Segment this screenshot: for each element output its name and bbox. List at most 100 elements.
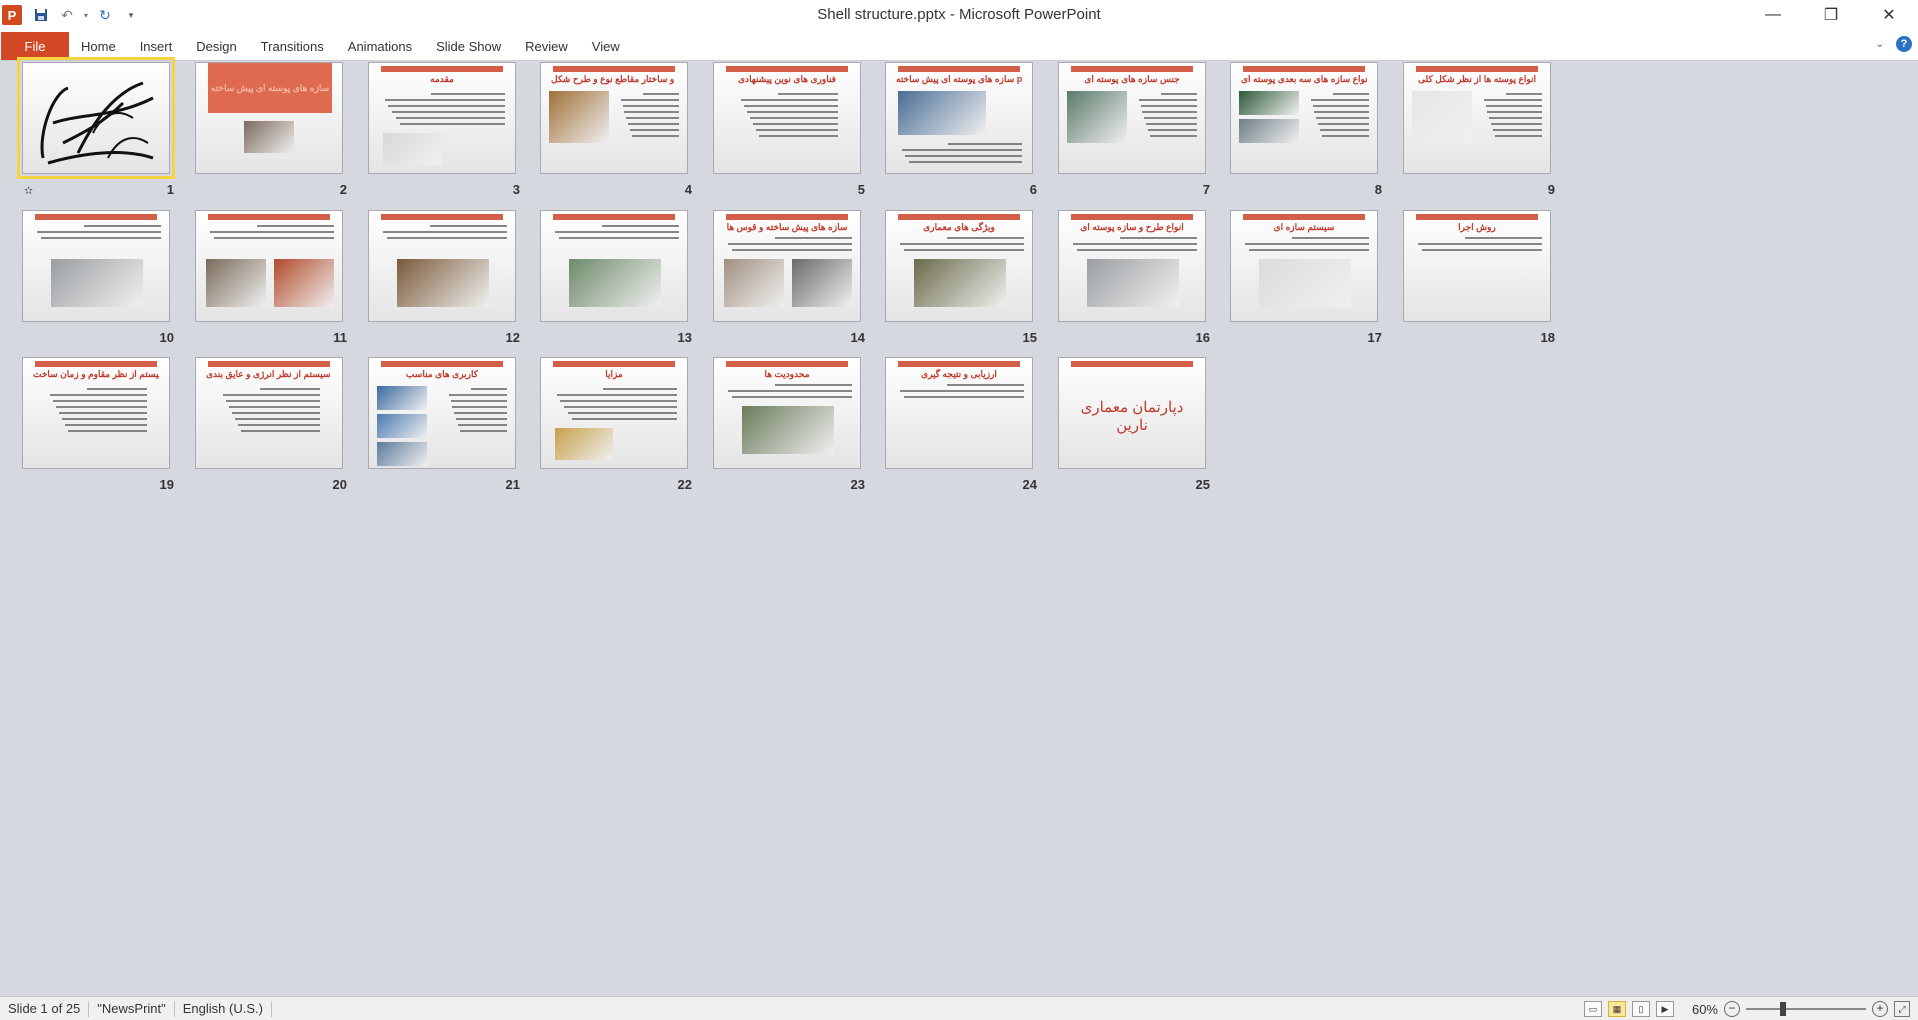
tab-insert[interactable]: Insert (128, 32, 185, 60)
zoom-slider-thumb[interactable] (1780, 1002, 1787, 1016)
slide-thumbnail-2[interactable]: سازه های پوسته ای پیش ساخته (195, 62, 343, 174)
text-line (560, 400, 677, 402)
slide-image (914, 259, 1006, 307)
slide-number-7: 7 (1202, 182, 1210, 197)
transition-star-icon[interactable]: ✫ (24, 184, 33, 197)
zoom-out-icon[interactable]: − (1724, 1001, 1740, 1017)
slide-header-bar (553, 66, 675, 72)
slide-sorter-view-icon[interactable]: ▦ (1608, 1001, 1626, 1017)
restore-button[interactable]: ❐ (1802, 0, 1860, 30)
tab-home[interactable]: Home (69, 32, 128, 60)
slide-header-bar (1243, 66, 1365, 72)
text-line (624, 111, 679, 113)
text-line (903, 249, 1024, 251)
slide-thumbnail-15[interactable]: ویژگی های معماری (885, 210, 1033, 322)
fit-to-window-icon[interactable]: ⤢ (1894, 1001, 1910, 1017)
text-line (628, 123, 679, 125)
slide-image (1087, 259, 1179, 307)
text-line (452, 406, 507, 408)
slide-header-bar (898, 361, 1020, 367)
customize-toolbar-icon[interactable]: ▾ (120, 4, 142, 26)
slide-thumbnail-13[interactable] (540, 210, 688, 322)
slide-thumbnail-5[interactable]: فناوری های نوین پیشنهادی (713, 62, 861, 174)
slide-number-21: 21 (505, 477, 520, 492)
text-line (1318, 123, 1369, 125)
close-button[interactable]: ✕ (1860, 0, 1918, 30)
tab-view[interactable]: View (580, 32, 632, 60)
slide-thumbnail-17[interactable]: سیستم سازه ای (1230, 210, 1378, 322)
text-line (1417, 243, 1542, 245)
slide-text-lines (447, 388, 507, 432)
text-line (430, 93, 505, 95)
redo-icon[interactable]: ↻ (94, 4, 116, 26)
text-line (59, 412, 147, 414)
slide-image (549, 91, 609, 143)
slide-thumbnail-21[interactable]: کاربری های مناسب (368, 357, 516, 469)
slide-text-lines (553, 388, 677, 420)
tab-animations[interactable]: Animations (336, 32, 424, 60)
slide-thumbnail-14[interactable]: سازه های پیش ساخته و قوس ها (713, 210, 861, 322)
slide-thumbnail-4[interactable]: ویژگی کلی و ساختار مقاطع نوع و طرح شکل (540, 62, 688, 174)
save-icon[interactable] (30, 4, 52, 26)
undo-icon[interactable]: ↶ (56, 4, 78, 26)
slide-thumbnail-6[interactable]: سازه های پوسته ای پیش ساخته precast rein… (885, 62, 1033, 174)
minimize-button[interactable]: — (1744, 0, 1802, 30)
theme-status[interactable]: "NewsPrint" (89, 1000, 175, 1017)
minimize-ribbon-icon[interactable]: ⌄ (1876, 39, 1884, 50)
slide-number-24: 24 (1022, 477, 1037, 492)
undo-dropdown-icon[interactable]: ▾ (82, 4, 90, 26)
slide-show-view-icon[interactable]: ▶ (1656, 1001, 1674, 1017)
slide-thumbnail-1[interactable] (17, 57, 175, 179)
slide-number-17: 17 (1367, 330, 1382, 345)
slide-thumbnail-25[interactable]: دپارتمان معماری نارین (1058, 357, 1206, 469)
text-line (602, 388, 677, 390)
tab-slide-show[interactable]: Slide Show (424, 32, 513, 60)
reading-view-icon[interactable]: ▯ (1632, 1001, 1650, 1017)
slide-thumbnail-20[interactable]: بررسی سیستم از نظر انرژی و عایق بندی (195, 357, 343, 469)
text-line (727, 243, 852, 245)
slide-thumbnail-7[interactable]: جنس سازه های پوسته ای (1058, 62, 1206, 174)
text-line (909, 161, 1022, 163)
zoom-level[interactable]: 60% (1680, 1002, 1718, 1017)
ribbon-right-controls: ⌄ ? (1876, 36, 1912, 52)
powerpoint-app-icon[interactable]: P (2, 5, 22, 25)
slide-thumbnail-19[interactable]: بررسی سیستم از نظر مقاوم و زمان ساخت (22, 357, 170, 469)
slide-thumbnail-16[interactable]: انواع طرح و سازه پوسته ای (1058, 210, 1206, 322)
normal-view-icon[interactable]: ▭ (1584, 1001, 1602, 1017)
tab-file[interactable]: File (1, 32, 69, 60)
text-line (65, 424, 147, 426)
language-status[interactable]: English (U.S.) (175, 1000, 272, 1017)
text-line (756, 129, 838, 131)
slide-thumbnail-11[interactable] (195, 210, 343, 322)
slide-thumbnail-18[interactable]: روش اجرا (1403, 210, 1551, 322)
slide-thumbnail-22[interactable]: مزایا (540, 357, 688, 469)
text-line (602, 225, 679, 227)
slide-number-16: 16 (1195, 330, 1210, 345)
slide-image (1259, 259, 1351, 307)
slide-image (1239, 119, 1299, 143)
text-line (1140, 105, 1197, 107)
slide-thumbnail-23[interactable]: محدودیت ها (713, 357, 861, 469)
tab-transitions[interactable]: Transitions (249, 32, 336, 60)
tab-review[interactable]: Review (513, 32, 580, 60)
slide-thumbnail-12[interactable] (368, 210, 516, 322)
text-line (626, 117, 679, 119)
text-line (571, 418, 677, 420)
slide-thumbnail-24[interactable]: ارزیابی و نتیجه گیری (885, 357, 1033, 469)
slide-header-bar (553, 361, 675, 367)
slide-thumbnail-10[interactable] (22, 210, 170, 322)
text-line (471, 388, 507, 390)
slide-thumbnail-3[interactable]: مقدمه (368, 62, 516, 174)
slide-thumbnail-9[interactable]: انواع پوسته ها از نظر شکل کلی (1403, 62, 1551, 174)
zoom-slider[interactable] (1746, 1001, 1866, 1017)
slide-title: ارزیابی و نتیجه گیری (921, 369, 997, 379)
zoom-in-icon[interactable]: + (1872, 1001, 1888, 1017)
tab-design[interactable]: Design (184, 32, 248, 60)
text-line (731, 249, 852, 251)
slide-image (792, 259, 852, 307)
slide-number-18: 18 (1540, 330, 1555, 345)
slide-number-4: 4 (684, 182, 692, 197)
slide-image (555, 428, 613, 460)
slide-thumbnail-8[interactable]: انواع سازه های سه بعدی پوسته ای (1230, 62, 1378, 174)
help-icon[interactable]: ? (1896, 36, 1912, 52)
